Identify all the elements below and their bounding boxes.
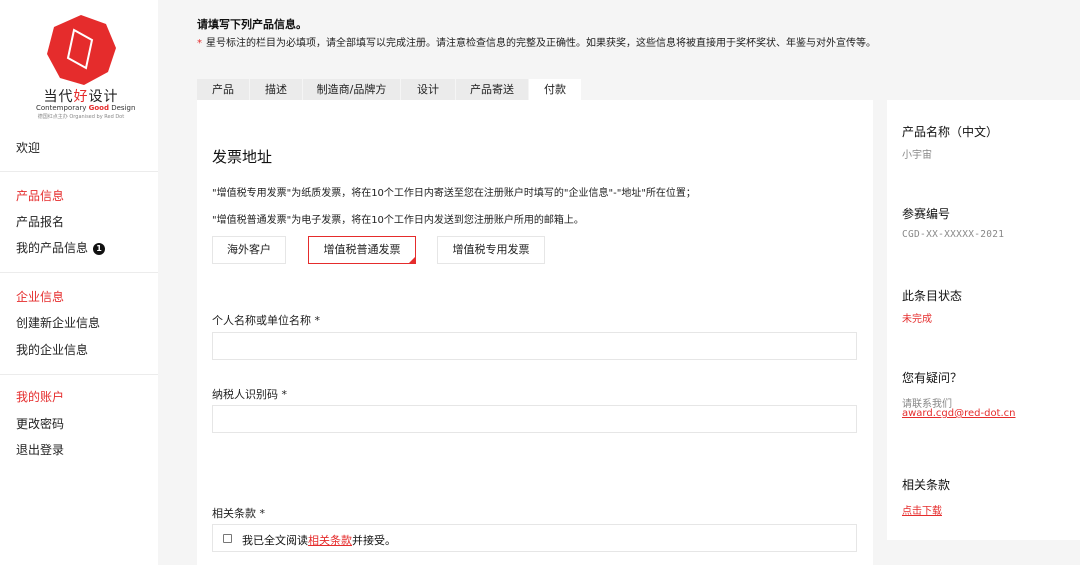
brand-logo[interactable]: 当代好设计 Contemporary Good Design 德国红点主办 Or… [36,14,136,120]
sidebar-item-product-signup[interactable]: 产品报名 [16,213,64,230]
brand-subtitle: Contemporary Good Design [36,104,136,112]
sidebar-item-logout[interactable]: 退出登录 [16,441,64,458]
tab-payment[interactable]: 付款 [529,79,581,100]
option-vat-special[interactable]: 增值税专用发票 [437,236,545,264]
entry-no-label: 参赛编号 [902,207,951,221]
terms-box: 我已全文阅读相关条款并接受。 [212,524,857,552]
status-label: 此条目状态 [902,289,963,303]
terms-label: 相关条款 * [212,507,265,520]
tab-design[interactable]: 设计 [401,79,455,100]
sidebar-item-change-password[interactable]: 更改密码 [16,415,64,432]
sidebar-heading-product[interactable]: 产品信息 [16,187,64,204]
name-label: 个人名称或单位名称 * [212,314,320,327]
question-label: 您有疑问？ [902,371,963,385]
sidebar-heading-account[interactable]: 我的账户 [16,388,64,405]
product-name-label: 产品名称（中文） [902,125,999,139]
option-vat-normal[interactable]: 增值税普通发票 [308,236,416,264]
terms-heading: 相关条款 [902,478,951,492]
required-star: * [197,38,202,49]
entry-info-panel: 产品名称（中文） 小宇宙 参赛编号 CGD-XX-XXXXX-2021 此条目状… [887,100,1080,540]
brand-title: 当代好设计 [43,89,119,105]
required-note-text: 星号标注的栏目为必填项，请全部填写以完成注册。请注意检查信息的完整及正确性。如果… [206,38,876,49]
sidebar-item-my-company[interactable]: 我的企业信息 [16,341,88,358]
sidebar-heading-company[interactable]: 企业信息 [16,288,64,305]
status-value: 未完成 [902,314,932,325]
sidebar-item-my-products[interactable]: 我的产品信息 1 [16,239,106,256]
tax-id-label: 纳税人识别码 * [212,388,287,401]
option-label: 增值税普通发票 [323,243,401,256]
terms-link[interactable]: 相关条款 [308,534,352,547]
invoice-desc-normal: "增值税普通发票"为电子发票，将在10个工作日内发送到您注册账户所用的邮箱上。 [212,215,584,226]
contact-email-link[interactable]: award.cgd@red-dot.cn [902,408,1016,419]
required-note: * 星号标注的栏目为必填项，请全部填写以完成注册。请注意检查信息的完整及正确性。如… [197,34,876,49]
sidebar-divider [0,171,158,172]
terms-checkbox[interactable] [223,534,232,543]
selected-corner-icon [408,256,416,264]
product-name-value: 小宇宙 [902,150,932,161]
sidebar-item-label: 我的产品信息 [16,241,89,255]
download-link[interactable]: 点击下载 [902,502,942,517]
sidebar-item-create-company[interactable]: 创建新企业信息 [16,314,100,331]
sidebar-divider [0,272,158,273]
brand-organiser: 德国红点主办 Organised by Red Dot [37,114,125,120]
invoice-desc-special: "增值税专用发票"为纸质发票，将在10个工作日内寄送至您在注册账户时填写的"企业… [212,188,696,199]
tax-id-input[interactable] [212,405,857,433]
sidebar-divider [0,374,158,375]
page-title: 请填写下列产品信息。 [197,18,307,31]
sidebar-item-welcome[interactable]: 欢迎 [16,139,40,156]
name-input[interactable] [212,332,857,360]
sidebar: 当代好设计 Contemporary Good Design 德国红点主办 Or… [0,0,158,565]
invoice-form: 发票地址 "增值税专用发票"为纸质发票，将在10个工作日内寄送至您在注册账户时填… [197,100,873,565]
tab-description[interactable]: 描述 [250,79,302,100]
tab-product[interactable]: 产品 [197,79,249,100]
tab-shipping[interactable]: 产品寄送 [456,79,528,100]
section-title: 发票地址 [212,148,273,166]
logo-mark-icon [47,15,116,85]
terms-text: 我已全文阅读相关条款并接受。 [242,534,396,547]
option-overseas[interactable]: 海外客户 [212,236,286,264]
entry-no-value: CGD-XX-XXXXX-2021 [902,229,1005,240]
tab-bar: 产品 描述 制造商/品牌方 设计 产品寄送 付款 [197,79,582,100]
count-badge: 1 [93,243,106,255]
tab-manufacturer[interactable]: 制造商/品牌方 [303,79,400,100]
